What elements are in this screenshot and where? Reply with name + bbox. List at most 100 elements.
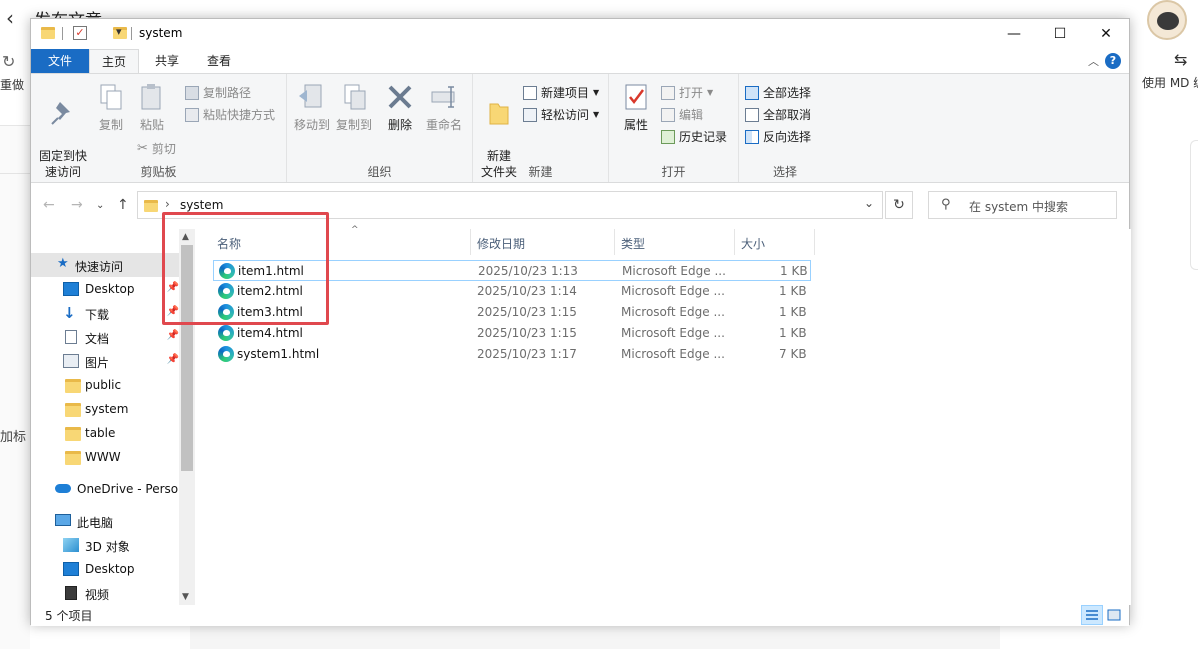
search-input[interactable]: ⚲ 在 system 中搜索 xyxy=(928,191,1117,219)
chevron-down-icon[interactable]: ⌄ xyxy=(864,196,874,210)
nav-item-label: 此电脑 xyxy=(77,516,114,530)
copy-button[interactable]: 复制 xyxy=(95,82,127,133)
minimize-button[interactable]: — xyxy=(991,19,1037,49)
folder-icon xyxy=(65,451,81,465)
nav-item-system[interactable]: system xyxy=(31,397,181,421)
history-button[interactable]: 历史记录 xyxy=(661,128,727,145)
maximize-button[interactable]: ☐ xyxy=(1037,19,1083,49)
properties-button[interactable]: 属性 xyxy=(617,82,655,133)
nav-item-www[interactable]: WWW xyxy=(31,445,181,469)
avatar[interactable] xyxy=(1147,0,1187,40)
redo-button[interactable]: 重做 xyxy=(0,76,24,93)
paste-button[interactable]: 粘贴 xyxy=(135,82,169,133)
computer-icon xyxy=(55,514,71,526)
select-all-icon xyxy=(745,85,759,100)
address-path[interactable]: system xyxy=(180,198,223,212)
side-panel-tab[interactable] xyxy=(1190,140,1198,270)
copy-to-button[interactable]: 复制到 xyxy=(335,82,373,133)
up-arrow-icon[interactable]: ↑ xyxy=(117,197,129,213)
window-title: system xyxy=(139,26,183,40)
cut-button[interactable]: ✂ 剪切 xyxy=(137,140,176,157)
nav-item-documents[interactable]: 文档 📌 xyxy=(31,325,181,349)
invert-selection-button[interactable]: 反向选择 xyxy=(745,128,811,145)
item-count: 5 个项目 xyxy=(45,609,93,623)
details-view-button[interactable] xyxy=(1081,605,1103,625)
help-icon[interactable]: ? xyxy=(1105,53,1121,69)
rename-icon xyxy=(431,86,455,108)
forward-arrow-icon[interactable]: → xyxy=(71,197,83,213)
divider xyxy=(0,173,30,174)
nav-item-3d-objects[interactable]: 3D 对象 xyxy=(31,533,181,557)
nav-item-downloads[interactable]: ↓ 下载 📌 xyxy=(31,301,181,325)
close-button[interactable]: ✕ xyxy=(1083,19,1129,49)
nav-item-desktop-pc[interactable]: Desktop xyxy=(31,557,181,581)
large-icons-view-button[interactable] xyxy=(1103,605,1125,625)
nav-item-desktop[interactable]: Desktop 📌 xyxy=(31,277,181,301)
back-icon[interactable]: ‹ xyxy=(6,6,14,30)
tab-share[interactable]: 共享 xyxy=(143,49,191,73)
file-list: 名称 ^ 修改日期 类型 大小 item1.html 2025/10/23 1:… xyxy=(195,225,1131,605)
refresh-icon[interactable]: ↻ xyxy=(2,52,15,71)
nav-item-onedrive[interactable]: OneDrive - Person xyxy=(31,477,186,501)
pin-icon[interactable]: 📌 xyxy=(167,354,179,365)
pin-icon[interactable]: 📌 xyxy=(167,330,179,341)
chevron-right-icon[interactable]: › xyxy=(165,197,170,211)
nav-item-this-pc[interactable]: 此电脑 xyxy=(31,509,181,533)
edit-icon xyxy=(661,107,675,122)
copy-to-label: 复制到 xyxy=(335,118,372,132)
column-header-size[interactable]: 大小 xyxy=(735,229,815,255)
tab-view[interactable]: 查看 xyxy=(195,49,243,73)
properties-label: 属性 xyxy=(623,118,648,132)
recent-locations-icon[interactable]: ⌄ xyxy=(96,200,104,211)
file-row[interactable]: system1.html 2025/10/23 1:17 Microsoft E… xyxy=(213,344,811,365)
easy-access-icon xyxy=(523,107,537,122)
file-row[interactable]: item4.html 2025/10/23 1:15 Microsoft Edg… xyxy=(213,323,811,344)
folder-icon xyxy=(41,27,55,39)
collapse-ribbon-icon[interactable]: ︿ xyxy=(1088,53,1099,69)
add-tag-label[interactable]: 加标 xyxy=(0,426,26,445)
new-group: 新建 文件夹 新建项目 ▼ 轻松访问 ▼ 新建 xyxy=(473,74,609,182)
paste-shortcut-button[interactable]: 粘贴快捷方式 xyxy=(185,106,275,123)
move-to-button[interactable]: 移动到 xyxy=(293,82,331,133)
rename-button[interactable]: 重命名 xyxy=(423,82,465,133)
column-header-date[interactable]: 修改日期 xyxy=(471,229,615,255)
scroll-down-icon[interactable]: ▼ xyxy=(182,592,189,602)
nav-item-pictures[interactable]: 图片 📌 xyxy=(31,349,181,373)
nav-item-quick-access[interactable]: ★ 快速访问 xyxy=(31,253,181,277)
nav-item-label: 图片 xyxy=(85,356,110,370)
file-date: 2025/10/23 1:13 xyxy=(478,264,578,278)
select-none-icon xyxy=(745,107,759,122)
delete-button[interactable]: 删除 xyxy=(385,82,415,133)
open-group: 属性 打开 ▼ 编辑 历史记录 打开 xyxy=(609,74,739,182)
properties-icon[interactable]: ✓ xyxy=(73,26,87,40)
nav-item-table[interactable]: table xyxy=(31,421,181,445)
nav-item-label: public xyxy=(85,378,122,392)
annotation-highlight-box xyxy=(162,212,329,325)
sort-arrow-icon: ^ xyxy=(351,225,359,235)
open-icon xyxy=(661,85,675,100)
details-view-icon xyxy=(1086,610,1098,620)
nav-item-public[interactable]: public xyxy=(31,373,181,397)
edit-button[interactable]: 编辑 xyxy=(661,106,703,123)
back-arrow-icon[interactable]: ← xyxy=(43,197,55,213)
tab-home[interactable]: 主页 xyxy=(89,49,140,74)
file-date: 2025/10/23 1:15 xyxy=(477,305,577,319)
use-md-button[interactable]: 使用 MD 编 xyxy=(1142,74,1198,91)
copy-path-button[interactable]: 复制路径 xyxy=(185,84,251,101)
open-button[interactable]: 打开 ▼ xyxy=(661,84,713,101)
nav-item-videos[interactable]: 视频 xyxy=(31,581,181,605)
refresh-button[interactable]: ↻ xyxy=(885,191,913,219)
nav-item-label: WWW xyxy=(85,450,121,464)
column-header-type[interactable]: 类型 xyxy=(615,229,735,255)
select-none-button[interactable]: 全部取消 xyxy=(745,106,811,123)
tab-file[interactable]: 文件 xyxy=(31,49,89,73)
column-header-label: 大小 xyxy=(741,237,766,251)
easy-access-button[interactable]: 轻松访问 ▼ xyxy=(523,106,599,123)
customize-toolbar-icon[interactable]: ▾ xyxy=(116,25,122,41)
file-size: 1 KB xyxy=(780,264,808,278)
select-all-button[interactable]: 全部选择 xyxy=(745,84,811,101)
new-item-button[interactable]: 新建项目 ▼ xyxy=(523,84,599,101)
swap-icon[interactable]: ⇆ xyxy=(1174,50,1187,69)
invert-selection-icon xyxy=(745,129,759,144)
file-name: system1.html xyxy=(237,347,320,361)
